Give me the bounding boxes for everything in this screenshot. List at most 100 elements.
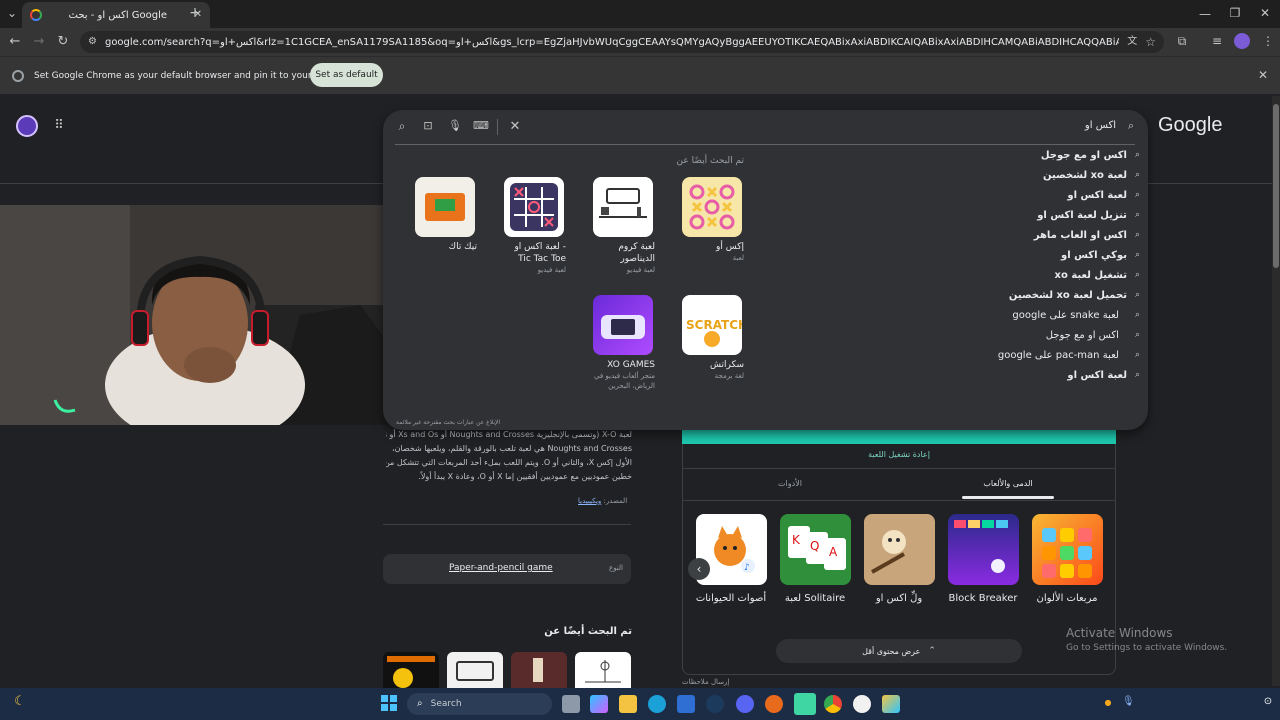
svg-text:SCRATCH: SCRATCH [686,318,742,332]
related-card[interactable]: لعبة اكس او - Tic Tac Toe لعبة فيديو [504,177,566,275]
task-view-icon[interactable] [562,695,580,713]
discord-icon[interactable] [736,695,754,713]
scrollbar-thumb[interactable] [1273,104,1279,268]
card-title: سكراتش [710,360,744,370]
clear-search-icon[interactable]: ✕ [508,120,522,133]
app-icon[interactable] [882,695,900,713]
card-image [504,177,564,237]
tab-games[interactable]: الدمى والألعاب [960,479,1056,488]
active-app-icon[interactable] [794,693,816,715]
tile-label: Block Breaker [948,593,1018,604]
game-tile-solitaire[interactable]: KQA [780,514,851,585]
type-chip[interactable]: النوع Paper-and-pencil game [383,554,631,584]
obs-icon[interactable] [853,695,871,713]
new-tab-icon[interactable]: + [188,6,202,20]
window-close-icon[interactable]: ✕ [1258,7,1272,19]
apps-grid-icon[interactable]: ⠿ [51,119,67,132]
file-explorer-icon[interactable] [619,695,637,713]
suggestion-item[interactable]: ⌕ تشغيل لعبة xo [1047,270,1140,281]
panel-divider [683,500,1115,501]
suggestion-item[interactable]: ⌕ تحميل لعبة xo لشخصين [1001,290,1140,301]
game-tile-color-squares[interactable] [1032,514,1103,585]
also-search-thumb[interactable] [575,652,631,688]
google-logo[interactable]: Google [1158,114,1223,137]
suggestion-item[interactable]: ⌕ لعبة اكس او [1059,190,1140,201]
card-subtitle: لعبة فيديو [626,266,655,274]
back-icon[interactable]: ← [8,35,22,48]
active-tab[interactable]: اكس او - بحث Google ✕ [22,2,210,28]
profile-avatar[interactable] [1234,33,1250,49]
suggestion-bold: بوكي اكس او [1061,250,1127,261]
related-card[interactable]: لعبة كروم الديناصور لعبة فيديو [593,177,655,275]
description-line: الأول إكس X، والثاني أو O. ويتم اللعب بم… [386,458,632,467]
tab-tools[interactable]: الأدوات [760,479,820,488]
tab-search-icon[interactable]: ⌄ [4,7,20,19]
lens-search-icon[interactable]: ⊡ [421,120,435,131]
address-bar[interactable]: ⚙ google.com/search?q=اكس+او&rlz=1C1GCEA… [80,31,1164,53]
dropdown-divider [395,144,1135,145]
search-input[interactable]: اكس او [1040,120,1116,131]
media-controls-icon[interactable]: ≡ [1210,35,1224,47]
start-button[interactable] [381,695,397,711]
steam-icon[interactable] [706,695,724,713]
chrome-menu-icon[interactable]: ⋮ [1262,35,1274,47]
restore-icon[interactable]: ❐ [1228,7,1242,19]
taskbar-search-box[interactable]: ⌕ Search [407,693,552,715]
show-less-label: عرض محتوى أقل [862,646,921,656]
tray-icon[interactable]: ● [1104,699,1112,707]
also-search-thumb[interactable] [383,652,439,688]
reload-icon[interactable]: ↻ [56,35,70,48]
source-link[interactable]: ويكيبيديا [578,497,601,505]
game-tile-block-breaker[interactable] [948,514,1019,585]
suggestion-item[interactable]: ⌕ اكس او العاب ماهر [1026,230,1140,241]
store-icon[interactable] [677,695,695,713]
type-value[interactable]: Paper-and-pencil game [449,563,553,573]
suggestion-item[interactable]: ⌕ اكس او مع جوجل [1033,150,1140,161]
translate-icon[interactable]: 文 [1127,37,1137,47]
related-card[interactable]: تيك تاك [415,177,477,253]
suggestion-bold: تنزيل لعبة اكس او [1037,210,1127,221]
profile-avatar-page[interactable] [16,115,38,137]
related-card[interactable]: XO GAMES متجر ألعاب فيديو في الرياض، الب… [593,295,655,391]
suggestion-item[interactable]: ⌕ لعبة xo لشخصين [1035,170,1140,181]
tab-title: اكس او - بحث Google [68,9,168,21]
set-as-default-button[interactable]: Set as default [310,63,383,87]
suggestion-item[interactable]: ⌕ لعبة pac-man على google [998,350,1140,361]
cloud-app-icon[interactable] [765,695,783,713]
suggestion-item[interactable]: ⌕ بوكي اكس او [1053,250,1140,261]
send-feedback-link[interactable]: إرسال ملاحظات [682,678,729,686]
bookmark-star-icon[interactable]: ☆ [1145,36,1156,48]
search-icon: ⌕ [1134,370,1140,380]
search-button-icon[interactable]: ⌕ [395,120,409,132]
site-info-icon[interactable]: ⚙ [88,37,97,47]
extensions-icon[interactable]: ⧉ [1175,35,1189,47]
also-search-thumb[interactable] [447,652,503,688]
forward-icon[interactable]: → [32,35,46,48]
notification-icon[interactable]: ⊙ [1262,697,1274,707]
carousel-prev-button[interactable]: ‹ [688,558,710,580]
suggestion-item[interactable]: ⌕ اكس او مع جوجل [1046,330,1140,341]
voice-search-icon[interactable]: 🎙 [448,120,462,131]
minimize-icon[interactable]: — [1198,8,1212,20]
suggestion-item[interactable]: ⌕ لعبة snake على google [1012,310,1140,321]
activate-windows-subtitle: Go to Settings to activate Windows. [1066,643,1228,653]
mic-tray-icon[interactable]: 🎙 [1122,697,1135,707]
card-subtitle: لعبة [732,254,744,262]
related-card[interactable]: SCRATCH سكراتش لغة برمجة [682,295,744,381]
replay-game-button[interactable]: إعادة تشغيل اللعبة [682,450,1116,459]
taskbar-search-placeholder: Search [430,699,462,709]
edge-icon[interactable] [648,695,666,713]
report-inappropriate-link[interactable]: الإبلاغ عن عبارات بحث مقترحة غير ملائمة [396,419,500,426]
weather-icon[interactable]: ☾ [12,695,28,708]
suggestion-item[interactable]: ⌕ تنزيل لعبة اكس او [1029,210,1140,221]
infobar-close-icon[interactable]: ✕ [1257,69,1269,81]
also-search-thumb[interactable] [511,652,567,688]
game-tile-tic-tac-toe[interactable] [864,514,935,585]
copilot-icon[interactable] [590,695,608,713]
related-card[interactable]: إكس أو لعبة [682,177,744,263]
chrome-taskbar-icon[interactable] [824,695,842,713]
keyboard-icon[interactable]: ⌨ [473,120,489,131]
search-icon: ⌕ [1134,150,1140,160]
suggestion-item[interactable]: ⌕ لعبة اكس او [1059,370,1140,381]
show-less-button[interactable]: عرض محتوى أقل ⌃ [776,639,1022,663]
